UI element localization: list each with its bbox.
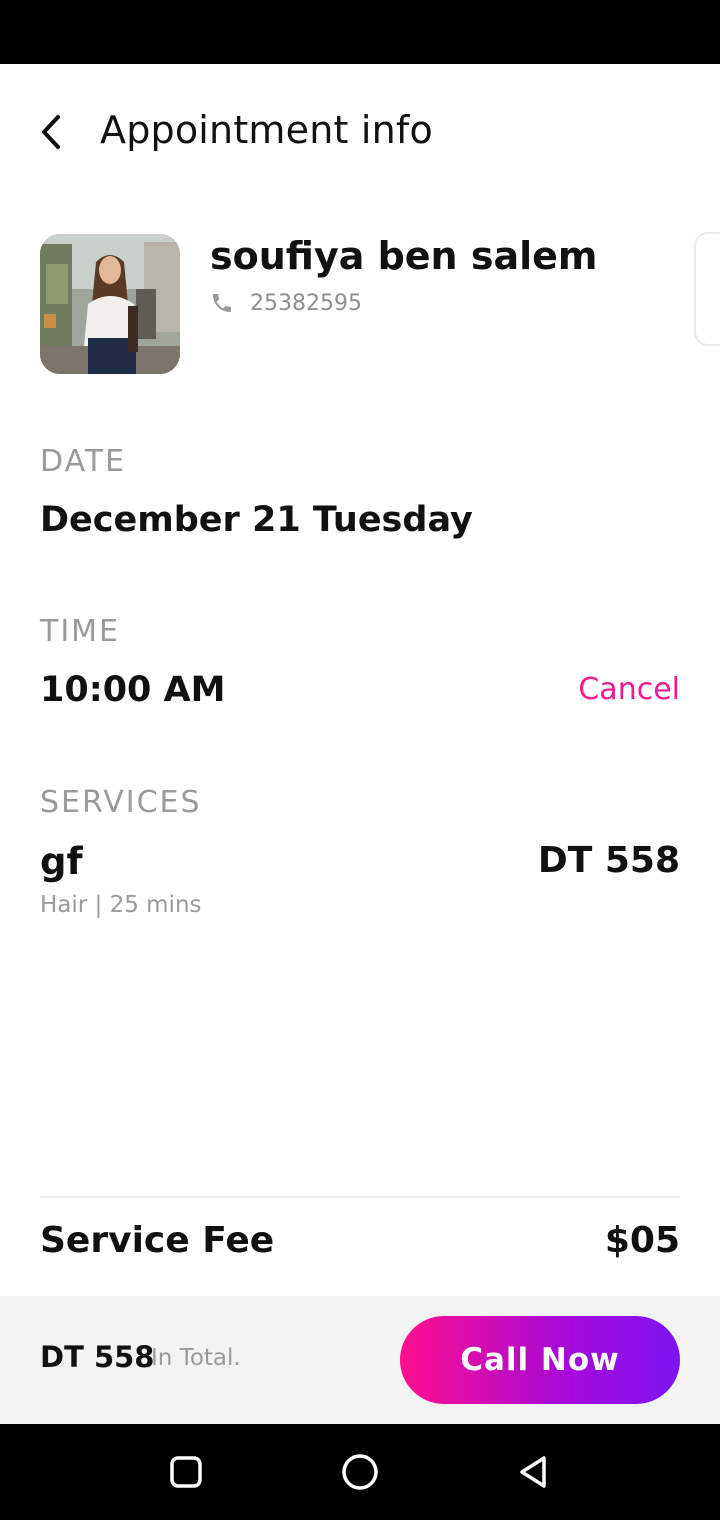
bottom-bar: DT 558 In Total. Call Now bbox=[0, 1296, 720, 1424]
page-title: Appointment info bbox=[100, 108, 433, 152]
nav-recents-button[interactable] bbox=[162, 1448, 210, 1496]
nav-home-icon bbox=[342, 1454, 378, 1490]
services-label: SERVICES bbox=[40, 785, 202, 820]
cancel-button[interactable]: Cancel bbox=[578, 672, 680, 707]
service-meta: Hair | 25 mins bbox=[40, 892, 202, 918]
total-suffix: In Total. bbox=[151, 1345, 241, 1371]
nav-back-icon bbox=[520, 1456, 546, 1488]
service-fee-value: $05 bbox=[604, 1220, 680, 1261]
side-tab[interactable] bbox=[694, 232, 720, 346]
service-name: gf bbox=[40, 840, 83, 883]
nav-home-button[interactable] bbox=[336, 1448, 384, 1496]
back-arrow-icon bbox=[42, 115, 60, 149]
phone-row[interactable]: 25382595 bbox=[210, 290, 362, 316]
avatar bbox=[40, 234, 180, 374]
time-value: 10:00 AM bbox=[40, 670, 226, 710]
nav-recents-icon bbox=[170, 1456, 202, 1488]
navigation-bar bbox=[0, 1424, 720, 1520]
date-value: December 21 Tuesday bbox=[40, 500, 473, 540]
status-bar bbox=[0, 0, 720, 64]
time-label: TIME bbox=[40, 614, 121, 649]
phone-icon bbox=[210, 290, 236, 316]
total-amount: DT 558 bbox=[40, 1340, 155, 1374]
date-label: DATE bbox=[40, 444, 127, 479]
customer-name: soufiya ben salem bbox=[210, 234, 598, 278]
call-now-button[interactable]: Call Now bbox=[400, 1316, 680, 1404]
service-fee-label: Service Fee bbox=[40, 1220, 275, 1261]
nav-back-button[interactable] bbox=[510, 1448, 558, 1496]
divider bbox=[40, 1196, 680, 1198]
phone-number: 25382595 bbox=[250, 290, 362, 316]
service-price: DT 558 bbox=[537, 840, 680, 881]
header: Appointment info bbox=[0, 64, 720, 204]
back-button[interactable] bbox=[30, 110, 74, 154]
